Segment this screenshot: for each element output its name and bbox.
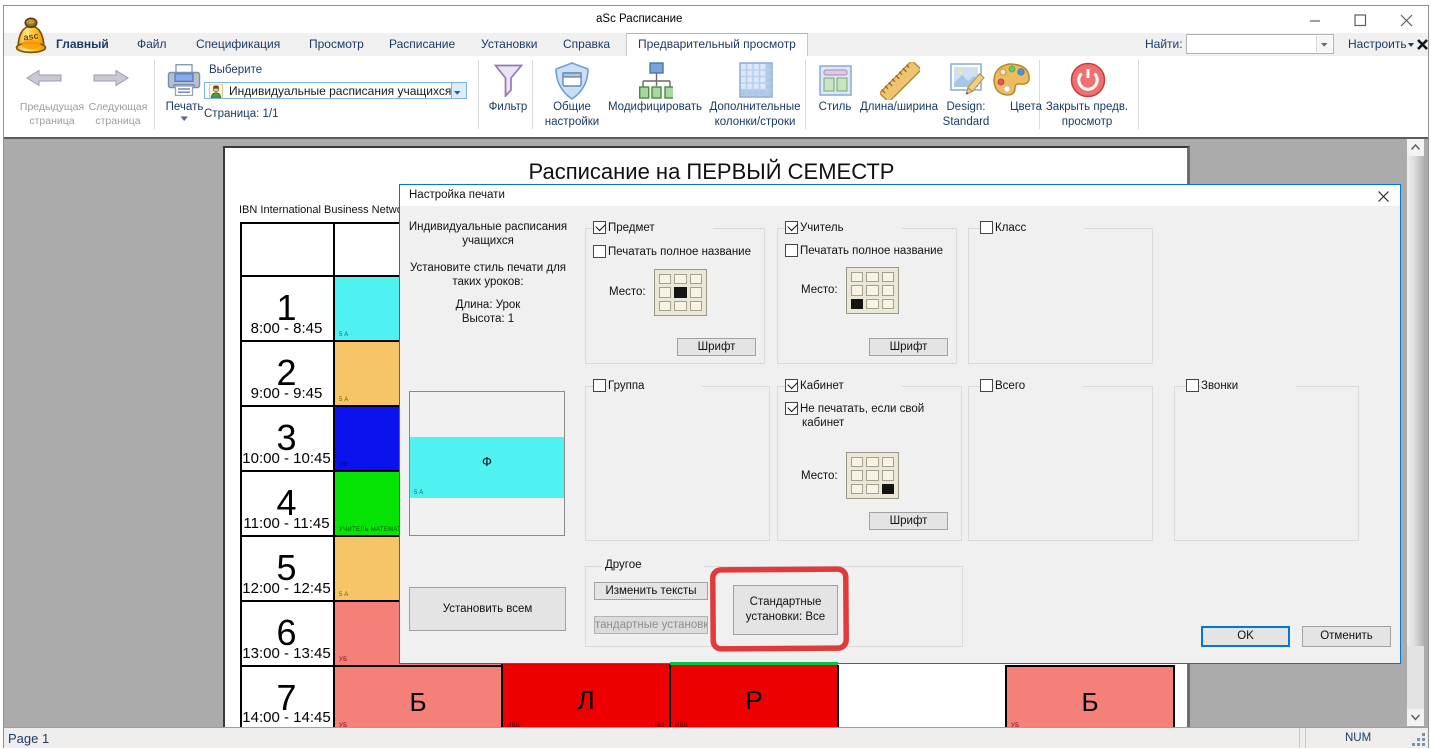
svg-text:asc: asc bbox=[23, 31, 39, 43]
